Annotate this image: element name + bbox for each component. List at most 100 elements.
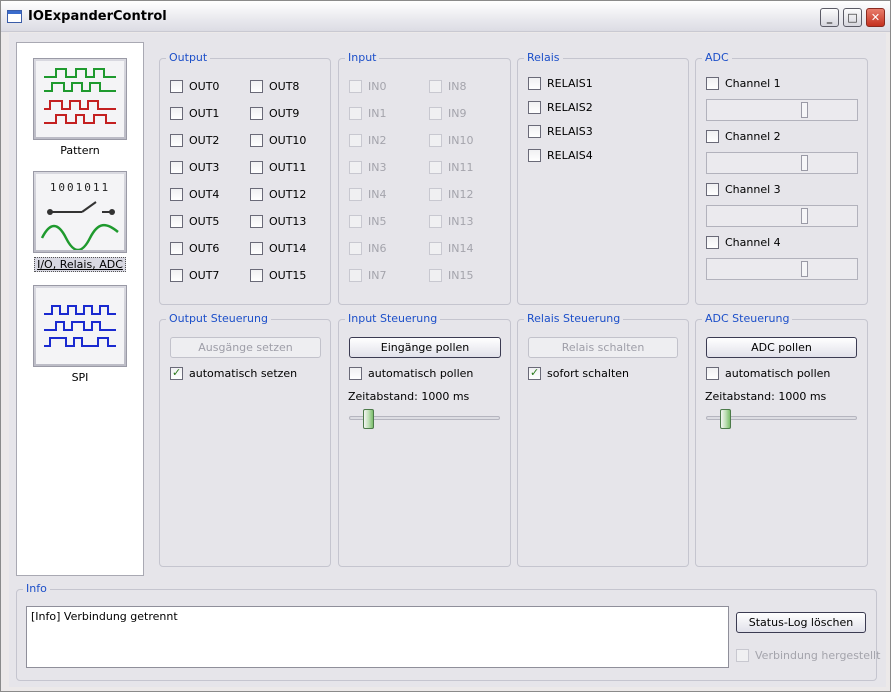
- nav-item-io-relais-adc[interactable]: 1001011 I/O, Relais, ADC: [17, 171, 143, 272]
- minimize-button[interactable]: _: [820, 8, 839, 27]
- adc-interval-slider-thumb[interactable]: [720, 409, 731, 429]
- checkbox-box[interactable]: [706, 130, 719, 143]
- input-checkbox-in6[interactable]: IN6: [349, 242, 386, 255]
- nav-item-spi[interactable]: SPI: [17, 285, 143, 384]
- checkbox-box[interactable]: [250, 242, 263, 255]
- output-checkbox-out13[interactable]: OUT13: [250, 215, 306, 228]
- checkbox-box[interactable]: [429, 134, 442, 147]
- checkbox-box[interactable]: [170, 366, 183, 380]
- input-checkbox-in7[interactable]: IN7: [349, 269, 386, 282]
- checkbox-box[interactable]: [429, 80, 442, 93]
- input-checkbox-in10[interactable]: IN10: [429, 134, 473, 147]
- checkbox-box[interactable]: [706, 77, 719, 90]
- poll-adc-button[interactable]: ADC pollen: [706, 337, 857, 358]
- checkbox-box[interactable]: [528, 77, 541, 90]
- checkbox-box[interactable]: [349, 134, 362, 147]
- adc-auto-poll-checkbox[interactable]: automatisch pollen: [706, 367, 830, 380]
- checkbox-box[interactable]: [528, 149, 541, 162]
- input-checkbox-in5[interactable]: IN5: [349, 215, 386, 228]
- maximize-button[interactable]: □: [843, 8, 862, 27]
- relais-checkbox-3[interactable]: RELAIS3: [528, 125, 593, 138]
- input-checkbox-in9[interactable]: IN9: [429, 107, 466, 120]
- output-checkbox-out15[interactable]: OUT15: [250, 269, 306, 282]
- checkbox-box[interactable]: [250, 215, 263, 228]
- adc-channel-2-checkbox[interactable]: Channel 2: [706, 130, 781, 143]
- set-outputs-button[interactable]: Ausgänge setzen: [170, 337, 321, 358]
- checkbox-box[interactable]: [706, 236, 719, 249]
- checkbox-box[interactable]: [349, 107, 362, 120]
- input-checkbox-in8[interactable]: IN8: [429, 80, 466, 93]
- connection-status-checkbox[interactable]: Verbindung hergestellt: [736, 649, 880, 662]
- relais-checkbox-1[interactable]: RELAIS1: [528, 77, 593, 90]
- checkbox-box[interactable]: [429, 188, 442, 201]
- adc-channel-4-checkbox[interactable]: Channel 4: [706, 236, 781, 249]
- status-log-textarea[interactable]: [Info] Verbindung getrennt: [26, 606, 729, 668]
- close-button[interactable]: ✕: [866, 8, 885, 27]
- checkbox-box[interactable]: [349, 80, 362, 93]
- input-checkbox-in1[interactable]: IN1: [349, 107, 386, 120]
- checkbox-box[interactable]: [429, 242, 442, 255]
- input-checkbox-in12[interactable]: IN12: [429, 188, 473, 201]
- input-checkbox-in15[interactable]: IN15: [429, 269, 473, 282]
- switch-relais-button[interactable]: Relais schalten: [528, 337, 678, 358]
- checkbox-box[interactable]: [429, 215, 442, 228]
- output-checkbox-out6[interactable]: OUT6: [170, 242, 219, 255]
- checkbox-box[interactable]: [170, 80, 183, 93]
- immediate-switch-checkbox[interactable]: sofort schalten: [528, 366, 629, 380]
- output-checkbox-out12[interactable]: OUT12: [250, 188, 306, 201]
- input-auto-poll-checkbox[interactable]: automatisch pollen: [349, 367, 473, 380]
- checkbox-box[interactable]: [349, 215, 362, 228]
- output-checkbox-out2[interactable]: OUT2: [170, 134, 219, 147]
- checkbox-box[interactable]: [250, 80, 263, 93]
- checkbox-box[interactable]: [349, 269, 362, 282]
- input-checkbox-in13[interactable]: IN13: [429, 215, 473, 228]
- adc-channel-3-checkbox[interactable]: Channel 3: [706, 183, 781, 196]
- checkbox-box[interactable]: [349, 367, 362, 380]
- checkbox-box[interactable]: [170, 107, 183, 120]
- checkbox-box[interactable]: [528, 125, 541, 138]
- checkbox-box[interactable]: [429, 269, 442, 282]
- checkbox-box[interactable]: [170, 188, 183, 201]
- input-checkbox-in4[interactable]: IN4: [349, 188, 386, 201]
- checkbox-box[interactable]: [736, 649, 749, 662]
- output-checkbox-out14[interactable]: OUT14: [250, 242, 306, 255]
- input-checkbox-in14[interactable]: IN14: [429, 242, 473, 255]
- output-checkbox-out10[interactable]: OUT10: [250, 134, 306, 147]
- checkbox-box[interactable]: [429, 161, 442, 174]
- checkbox-box[interactable]: [250, 161, 263, 174]
- output-checkbox-out5[interactable]: OUT5: [170, 215, 219, 228]
- checkbox-box[interactable]: [250, 188, 263, 201]
- input-checkbox-in3[interactable]: IN3: [349, 161, 386, 174]
- checkbox-box[interactable]: [706, 183, 719, 196]
- input-interval-slider-thumb[interactable]: [363, 409, 374, 429]
- output-checkbox-out3[interactable]: OUT3: [170, 161, 219, 174]
- poll-inputs-button[interactable]: Eingänge pollen: [349, 337, 501, 358]
- checkbox-box[interactable]: [349, 188, 362, 201]
- checkbox-box[interactable]: [250, 107, 263, 120]
- checkbox-box[interactable]: [349, 161, 362, 174]
- output-checkbox-out1[interactable]: OUT1: [170, 107, 219, 120]
- checkbox-box[interactable]: [349, 242, 362, 255]
- checkbox-box[interactable]: [250, 269, 263, 282]
- input-checkbox-in0[interactable]: IN0: [349, 80, 386, 93]
- output-checkbox-out4[interactable]: OUT4: [170, 188, 219, 201]
- checkbox-box[interactable]: [170, 242, 183, 255]
- adc-channel-1-checkbox[interactable]: Channel 1: [706, 77, 781, 90]
- checkbox-box[interactable]: [170, 269, 183, 282]
- relais-checkbox-2[interactable]: RELAIS2: [528, 101, 593, 114]
- checkbox-box[interactable]: [170, 134, 183, 147]
- title-bar[interactable]: IOExpanderControl _ □ ✕: [1, 1, 890, 32]
- checkbox-box[interactable]: [170, 161, 183, 174]
- input-checkbox-in11[interactable]: IN11: [429, 161, 473, 174]
- checkbox-box[interactable]: [250, 134, 263, 147]
- checkbox-box[interactable]: [528, 366, 541, 380]
- output-checkbox-out0[interactable]: OUT0: [170, 80, 219, 93]
- output-checkbox-out11[interactable]: OUT11: [250, 161, 306, 174]
- checkbox-box[interactable]: [706, 367, 719, 380]
- checkbox-box[interactable]: [429, 107, 442, 120]
- checkbox-box[interactable]: [528, 101, 541, 114]
- nav-item-pattern[interactable]: Pattern: [17, 58, 143, 157]
- output-checkbox-out8[interactable]: OUT8: [250, 80, 299, 93]
- output-checkbox-out9[interactable]: OUT9: [250, 107, 299, 120]
- clear-status-log-button[interactable]: Status-Log löschen: [736, 612, 866, 633]
